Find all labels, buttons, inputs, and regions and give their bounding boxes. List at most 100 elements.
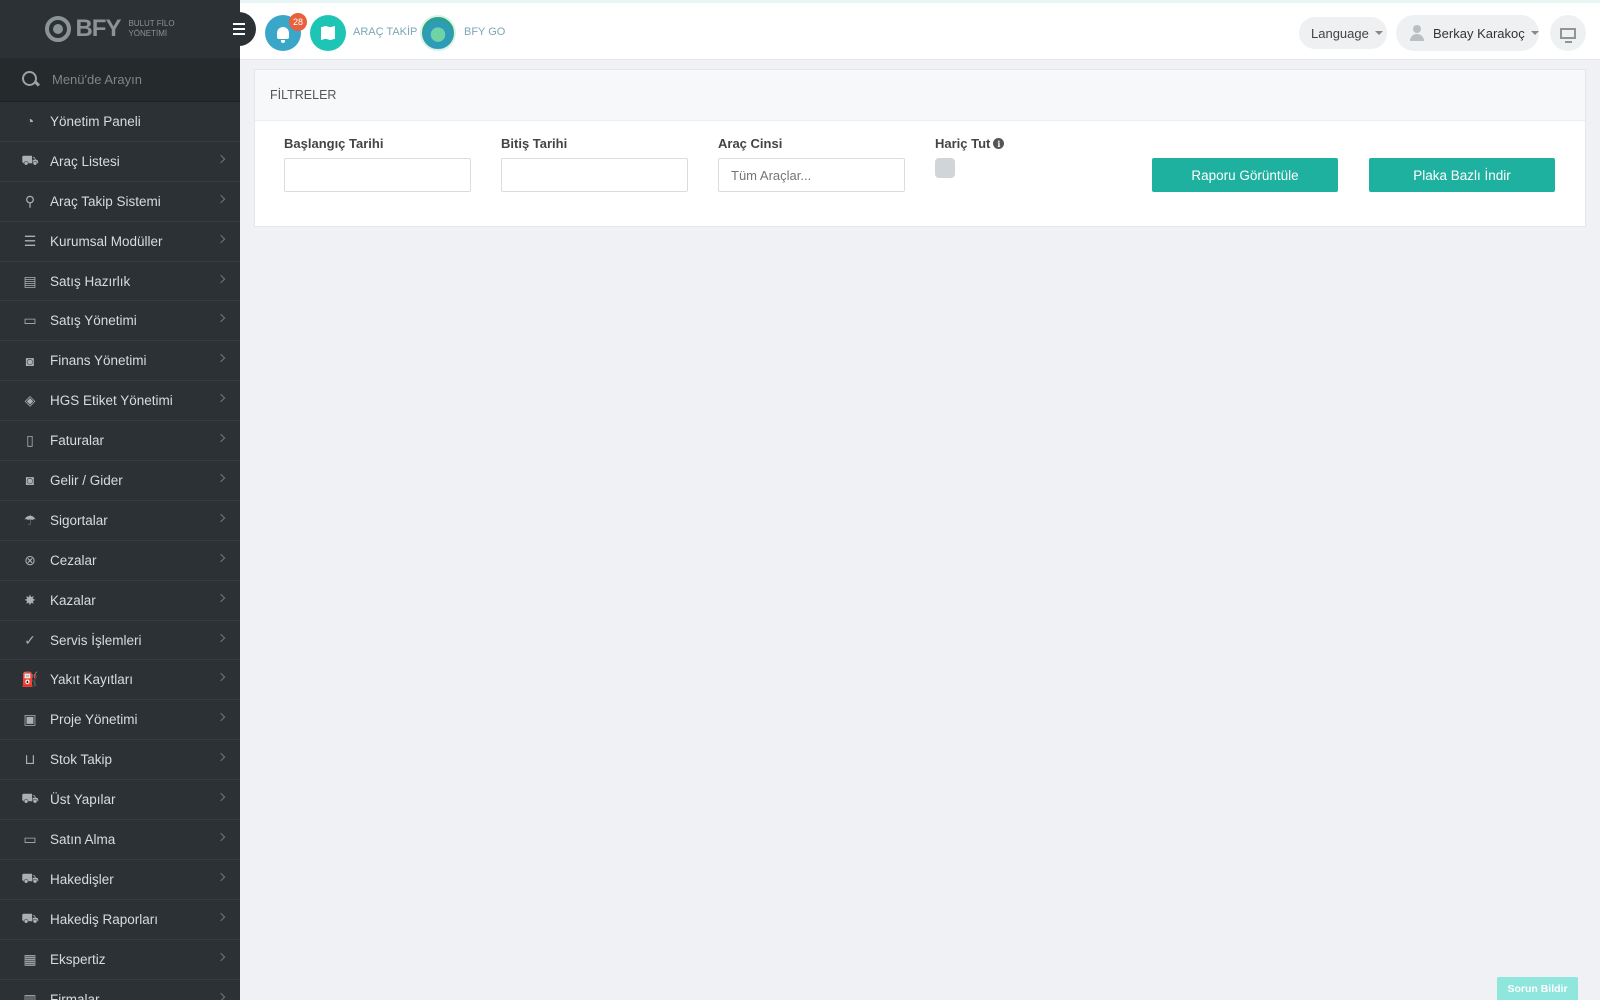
- sidebar-item[interactable]: ◔ Yönetim Paneli: [0, 102, 240, 142]
- sidebar-item-label: Satın Alma: [50, 831, 116, 847]
- file-icon: ▯: [26, 432, 34, 449]
- sidebar-item[interactable]: ▥ Firmalar: [0, 980, 240, 1000]
- chevron-right-icon: [216, 194, 226, 204]
- sidebar-item-label: Kazalar: [50, 592, 96, 608]
- sidebar-item-label: Satış Hazırlık: [50, 273, 131, 289]
- chevron-right-icon: [216, 952, 226, 961]
- building-icon: ▥: [23, 990, 37, 1000]
- sidebar-item-label: Finans Yönetimi: [50, 353, 147, 369]
- chevron-right-icon: [216, 593, 226, 602]
- sidebar-item[interactable]: ⛟ Araç Listesi: [0, 142, 240, 182]
- view-report-button[interactable]: Raporu Görüntüle: [1152, 158, 1338, 192]
- monitor-icon: [1560, 27, 1576, 43]
- brand-logo[interactable]: BFY BULUT FİLO YÖNETİMİ: [45, 15, 175, 43]
- chevron-right-icon: [216, 912, 226, 922]
- chevron-right-icon: [216, 433, 226, 443]
- sidebar-item-label: Sigortalar: [50, 512, 108, 528]
- sidebar-item[interactable]: ◈ HGS Etiket Yönetimi: [0, 381, 240, 422]
- chevron-right-icon: [216, 753, 226, 762]
- sidebar-item-label: Yönetim Paneli: [50, 113, 141, 129]
- sidebar-item[interactable]: ▭ Satın Alma: [0, 820, 240, 860]
- car-icon: ⛟: [21, 151, 39, 168]
- sidebar-item[interactable]: ☂ Sigortalar: [0, 501, 240, 541]
- bfy-go-link[interactable]: BFY GO: [464, 26, 505, 38]
- filters-panel: FİLTRELER Başlangıç Tarihi Bitiş Tarihi …: [254, 69, 1586, 227]
- sidebar-item-label: Yakıt Kayıtları: [50, 672, 134, 688]
- sidebar-item-label: Stok Takip: [50, 752, 113, 768]
- sidebar-item[interactable]: ⊗ Cezalar: [0, 541, 240, 581]
- map-icon: [321, 26, 335, 40]
- ticket-icon: ◈: [24, 392, 36, 409]
- sidebar-item[interactable]: ✓ Servis İşlemleri: [0, 621, 240, 661]
- times-circle-icon: ⊗: [24, 551, 36, 568]
- sidebar-item[interactable]: ⊔ Stok Takip: [0, 740, 240, 781]
- exclude-label: Hariç Tut: [935, 136, 991, 151]
- language-dropdown[interactable]: Language: [1299, 17, 1387, 49]
- sidebar-item-label: Cezalar: [50, 552, 97, 568]
- bfy-go-button[interactable]: [420, 15, 456, 51]
- vehicle-tracking-link[interactable]: ARAÇ TAKİP: [353, 26, 417, 38]
- sidebar-menu: ◔ Yönetim Paneli ⛟ Araç Listesi ⚲ Araç Takip …: [0, 102, 240, 1000]
- chevron-right-icon: [216, 792, 226, 802]
- chevron-right-icon: [216, 473, 226, 483]
- car-crash-icon: ✸: [24, 591, 36, 608]
- truck-icon: ⛟: [21, 790, 39, 807]
- fullscreen-button[interactable]: [1550, 15, 1586, 51]
- sidebar-item-label: Satış Yönetimi: [50, 313, 137, 329]
- chevron-right-icon: [216, 633, 226, 642]
- sidebar-item-label: Proje Yönetimi: [50, 712, 138, 728]
- sidebar-item[interactable]: ▦ Ekspertiz: [0, 940, 240, 980]
- menu-search-input[interactable]: Menü'de Arayın: [52, 72, 142, 87]
- sidebar-item[interactable]: ▯ Faturalar: [0, 421, 240, 462]
- chevron-right-icon: [216, 154, 226, 164]
- chevron-right-icon: [216, 513, 226, 523]
- vehicle-type-select[interactable]: [718, 158, 905, 192]
- sidebar-toggle-button[interactable]: [222, 12, 256, 46]
- sidebar-item[interactable]: ▭ Satış Yönetimi: [0, 301, 240, 342]
- filters-title: FİLTRELER: [255, 70, 1585, 121]
- bell-icon: [277, 27, 289, 43]
- sidebar-item[interactable]: ◙ Gelir / Gider: [0, 461, 240, 501]
- credit-card-icon: ▭: [23, 830, 37, 847]
- book-icon: ▤: [23, 272, 37, 289]
- brand-subtitle-line1: BULUT FİLO: [128, 19, 175, 28]
- chevron-right-icon: [216, 673, 226, 682]
- exclude-label-row: Hariç Tut i: [935, 136, 1005, 151]
- sidebar-item[interactable]: ⛟ Üst Yapılar: [0, 780, 240, 821]
- sidebar-item-label: Firmalar: [50, 991, 100, 1000]
- end-date-input[interactable]: [501, 158, 688, 192]
- brand-name: BFY: [75, 15, 121, 42]
- sidebar-item[interactable]: ◙ Finans Yönetimi: [0, 341, 240, 382]
- sidebar-item[interactable]: ☰ Kurumsal Modüller: [0, 222, 240, 262]
- logo-area: BFY BULUT FİLO YÖNETİMİ: [0, 0, 240, 58]
- sidebar-item-label: Kurumsal Modüller: [50, 233, 163, 249]
- user-name: Berkay Karakoç: [1433, 25, 1525, 41]
- sidebar-item[interactable]: ⛟ Hakediş Raporları: [0, 900, 240, 940]
- info-icon[interactable]: i: [993, 138, 1005, 149]
- sidebar-item[interactable]: ⚲ Araç Takip Sistemi: [0, 182, 240, 222]
- sidebar-item[interactable]: ▣ Proje Yönetimi: [0, 700, 240, 741]
- gas-pump-icon: ⛽: [21, 671, 39, 688]
- truck-icon: ⛟: [21, 869, 39, 886]
- sidebar-item-label: Üst Yapılar: [50, 792, 116, 808]
- chevron-right-icon: [216, 314, 226, 323]
- hamburger-line: [233, 23, 245, 25]
- truck-icon: ⛟: [21, 909, 39, 926]
- sidebar-item[interactable]: ⛟ Hakedişler: [0, 860, 240, 900]
- exclude-checkbox[interactable]: [935, 158, 955, 178]
- language-label: Language: [1311, 25, 1369, 41]
- notification-badge: 28: [289, 13, 307, 31]
- sidebar-item[interactable]: ✸ Kazalar: [0, 581, 240, 621]
- sidebar-item[interactable]: ▤ Satış Hazırlık: [0, 262, 240, 302]
- menu-search[interactable]: Menü'de Arayın: [0, 58, 240, 102]
- vehicle-type-field: Araç Cinsi: [718, 136, 905, 192]
- user-menu[interactable]: Berkay Karakoç: [1396, 15, 1539, 51]
- download-by-plate-button[interactable]: Plaka Bazlı İndir: [1369, 158, 1555, 192]
- start-date-input[interactable]: [284, 158, 471, 192]
- sidebar-item[interactable]: ⛽ Yakıt Kayıtları: [0, 660, 240, 701]
- end-date-label: Bitiş Tarihi: [501, 136, 568, 151]
- hamburger-line: [233, 33, 245, 35]
- sidebar-item-label: Hakediş Raporları: [50, 911, 159, 927]
- vehicle-tracking-button[interactable]: [310, 15, 346, 51]
- report-issue-button[interactable]: Sorun Bildir: [1497, 977, 1578, 1000]
